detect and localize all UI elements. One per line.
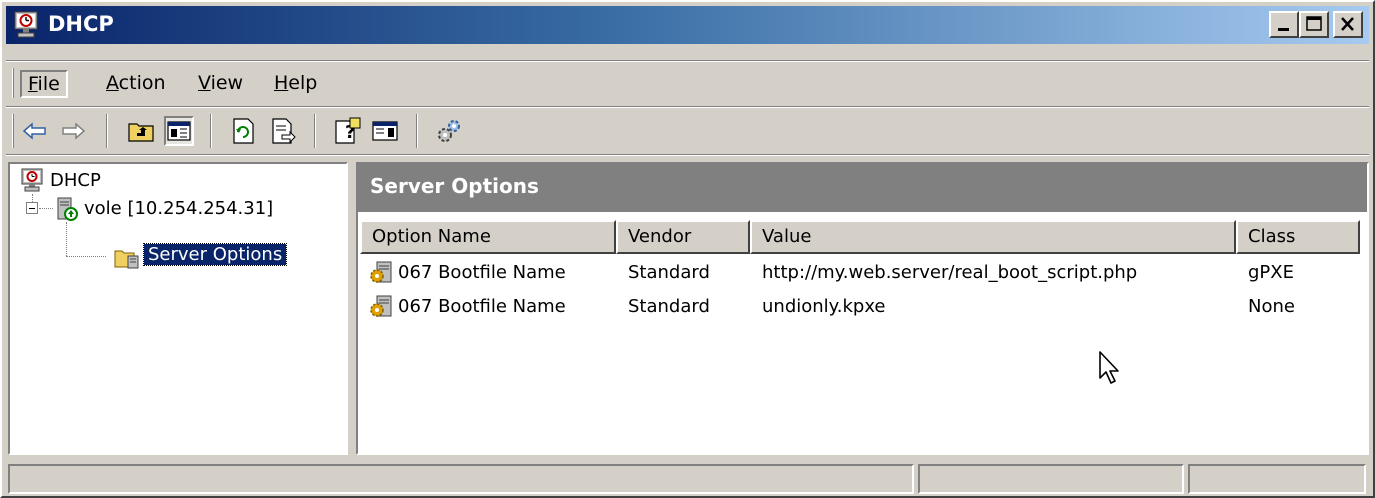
cell-class: None (1248, 296, 1295, 317)
refresh-icon (233, 118, 254, 144)
help-icon: ? (335, 117, 361, 144)
minimize-icon (1278, 28, 1289, 31)
refresh-button[interactable] (228, 116, 258, 146)
forward-button[interactable] (58, 116, 88, 146)
menu-accel: H (274, 72, 289, 94)
maximize-icon (1306, 16, 1322, 31)
dhcp-window: DHCP File Action View Help ? DHCP vole [… (0, 0, 1375, 498)
show-hide-console-tree-icon (167, 121, 191, 141)
menu-action[interactable]: Action (98, 70, 174, 98)
toolbar-separator (314, 114, 316, 148)
cell-vendor: Standard (628, 262, 710, 283)
show-hide-console-tree-button[interactable] (164, 116, 194, 146)
close-icon (1341, 17, 1354, 31)
option-icon (370, 295, 392, 317)
title-bar[interactable]: DHCP (6, 6, 1369, 44)
forward-arrow-icon (62, 122, 86, 140)
menu-label: ile (37, 73, 60, 95)
toolbar-separator (416, 114, 418, 148)
show-hide-action-pane-icon (372, 121, 398, 141)
minus-sign (29, 208, 35, 209)
cell-value: http://my.web.server/real_boot_script.ph… (762, 262, 1138, 283)
server-icon (57, 197, 78, 221)
minimize-button[interactable] (1269, 11, 1299, 38)
column-header-class[interactable]: Class (1236, 220, 1360, 254)
mouse-pointer-icon (1099, 351, 1119, 384)
status-panel-secondary (918, 464, 1184, 494)
status-panel-tertiary (1188, 464, 1366, 494)
menu-label: iew (210, 72, 244, 94)
cell-value: undionly.kpxe (762, 296, 886, 317)
menu-label: ction (118, 72, 166, 94)
menu-help[interactable]: Help (266, 70, 325, 98)
cell-option-name: 067 Bootfile Name (398, 296, 566, 317)
toolbar-separator (106, 114, 108, 148)
divider (6, 60, 1369, 62)
dhcp-options-icon (438, 120, 460, 142)
menu-file[interactable]: File (20, 70, 68, 98)
table-row[interactable]: 067 Bootfile Name Standard http://my.web… (358, 256, 1367, 290)
menu-grip (12, 68, 14, 98)
divider (6, 106, 1369, 108)
pane-header: Server Options (358, 164, 1367, 212)
menu-bar: File Action View Help (6, 64, 1369, 104)
menu-accel: F (28, 73, 38, 95)
tree-server-node[interactable]: vole [10.254.254.31] (84, 198, 273, 219)
tree-connector (39, 208, 53, 209)
option-icon (370, 261, 392, 283)
column-header-vendor[interactable]: Vendor (616, 220, 750, 254)
toolbar: ? (6, 110, 1369, 152)
toolbar-grip (12, 114, 14, 148)
menu-accel: A (106, 72, 119, 94)
window-title: DHCP (48, 12, 114, 36)
tree-server-options-node[interactable]: Server Options (142, 243, 288, 266)
back-arrow-icon (22, 122, 46, 140)
column-header-option-name[interactable]: Option Name (360, 220, 616, 254)
column-header-value[interactable]: Value (750, 220, 1236, 254)
menu-view[interactable]: View (190, 70, 251, 98)
table-row[interactable]: 067 Bootfile Name Standard undionly.kpxe… (358, 290, 1367, 324)
cell-option-name: 067 Bootfile Name (398, 262, 566, 283)
divider (6, 154, 1369, 156)
cell-class: gPXE (1248, 262, 1294, 283)
close-button[interactable] (1333, 11, 1363, 38)
toolbar-separator (210, 114, 212, 148)
help-button[interactable]: ? (332, 116, 362, 146)
collapse-toggle[interactable] (26, 202, 38, 214)
show-hide-action-pane-button[interactable] (370, 116, 400, 146)
console-tree[interactable]: DHCP vole [10.254.254.31] Server Options (8, 162, 348, 455)
status-bar (6, 462, 1369, 496)
cell-vendor: Standard (628, 296, 710, 317)
back-button[interactable] (20, 116, 50, 146)
dhcp-options-button[interactable] (434, 116, 464, 146)
server-options-icon (114, 250, 139, 269)
dhcp-monitor-clock-icon (21, 168, 43, 192)
menu-label: elp (288, 72, 318, 94)
tree-connector (66, 256, 106, 257)
menu-accel: V (198, 72, 211, 94)
up-one-level-icon (128, 123, 154, 142)
tree-root-dhcp[interactable]: DHCP (50, 170, 101, 191)
details-pane: Server Options Option Name Vendor Value … (356, 162, 1369, 455)
maximize-button[interactable] (1299, 11, 1329, 38)
export-list-button[interactable] (268, 116, 298, 146)
tree-connector (66, 222, 67, 256)
status-panel-main (8, 464, 914, 494)
up-one-level-button[interactable] (126, 116, 156, 146)
export-list-icon (272, 118, 296, 144)
dhcp-monitor-clock-icon (14, 11, 38, 38)
